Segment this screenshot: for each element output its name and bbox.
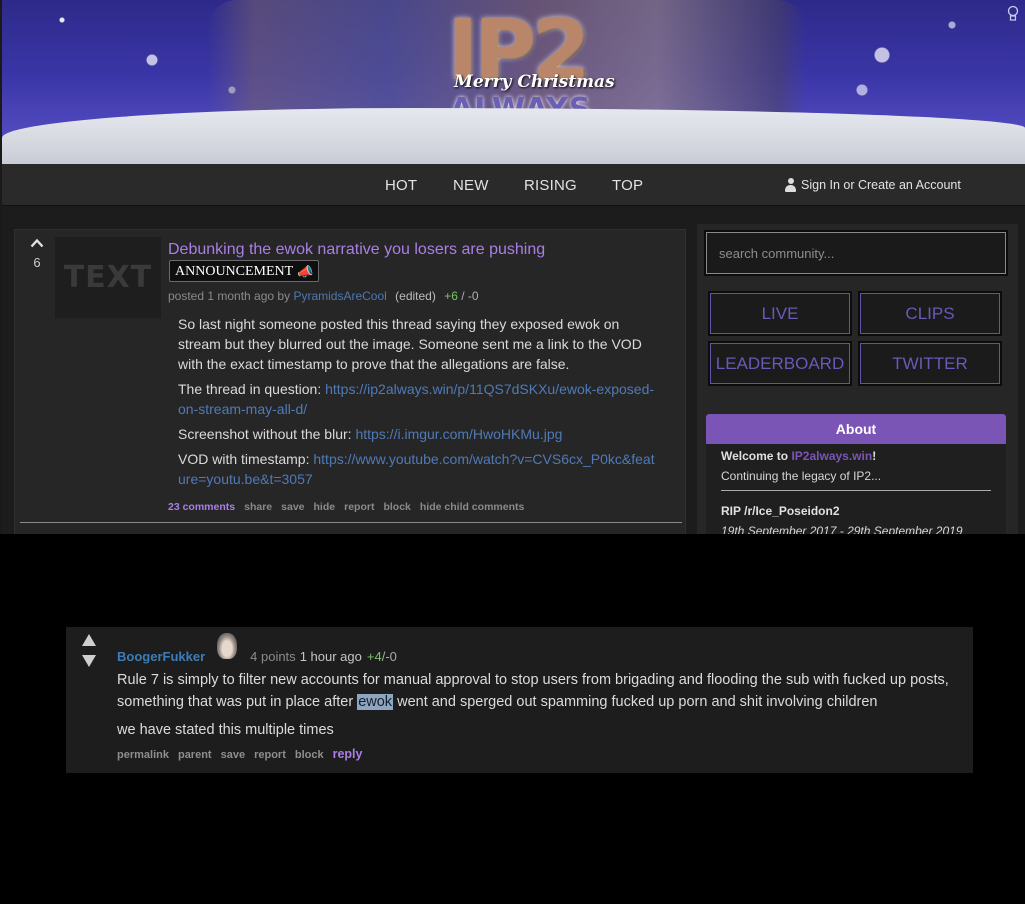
nav-hot[interactable]: HOT [385, 177, 417, 194]
post-title[interactable]: Debunking the ewok narrative you losers … [168, 241, 545, 259]
paragraph-label: Screenshot without the blur: [178, 426, 356, 442]
comment-paragraph: Rule 7 is simply to filter new accounts … [117, 669, 967, 713]
about-welcome: Welcome to IP2always.win! [721, 449, 876, 463]
about-dates: 19th September 2017 - 29th September 201… [721, 524, 963, 534]
twitter-button[interactable]: TWITTER [860, 343, 1000, 384]
comment: BoogerFukker 4 points 1 hour ago +4 / -0… [66, 627, 973, 773]
imgur-link[interactable]: https://i.imgur.com/HwoHKMu.jpg [355, 426, 562, 442]
comment-author[interactable]: BoogerFukker [117, 649, 205, 664]
comments-link[interactable]: 23 comments [168, 501, 235, 513]
report-link[interactable]: report [344, 501, 374, 513]
comment-time: 1 hour ago [299, 649, 362, 664]
post-body: So last night someone posted this thread… [178, 314, 658, 494]
post-flair: ANNOUNCEMENT 📣 [169, 260, 320, 282]
welcome-suffix: ! [872, 449, 877, 463]
lightbulb-icon[interactable] [1007, 5, 1021, 23]
upvote-icon[interactable] [82, 634, 96, 646]
parent-link[interactable]: parent [178, 749, 212, 761]
nav-new[interactable]: NEW [453, 177, 489, 194]
block-link[interactable]: block [383, 501, 410, 513]
about-rip: RIP /r/Ice_Poseidon2 [721, 504, 840, 518]
post-paragraph: So last night someone posted this thread… [178, 316, 642, 372]
comment-actions: permalink parent save report block reply [117, 747, 362, 761]
save-link[interactable]: save [281, 501, 304, 513]
post-vote: 6 [29, 238, 45, 270]
about-title: About [706, 414, 1006, 444]
post-score: 6 [33, 255, 41, 270]
flair-label: ANNOUNCEMENT [175, 264, 294, 279]
sidebar: LIVE CLIPS LEADERBOARD TWITTER About Wel… [697, 224, 1018, 534]
post-thumbnail[interactable]: TEXT [55, 237, 161, 318]
logo-greeting: Merry Christmas [454, 72, 615, 92]
report-link[interactable]: report [254, 749, 286, 761]
hide-child-comments-link[interactable]: hide child comments [420, 501, 524, 513]
nav-top[interactable]: TOP [612, 177, 643, 194]
post-card: 6 TEXT Debunking the ewok narrative you … [14, 229, 686, 534]
post-edited: (edited) [395, 289, 436, 303]
site-screenshot: IP2 ALWAYS .WIN Merry Christmas HOT NEW … [0, 0, 1025, 534]
downvote-icon[interactable] [82, 655, 96, 667]
comment-body: Rule 7 is simply to filter new accounts … [117, 669, 967, 747]
post-actions: 23 comments share save hide report block… [168, 501, 524, 513]
comment-downvotes: -0 [385, 649, 397, 664]
comment-upvotes: +4 [366, 649, 382, 664]
upvote-icon[interactable] [30, 238, 44, 248]
comment-points: 4 points [250, 649, 296, 664]
post-paragraph: VOD with timestamp: https://www.youtube.… [178, 449, 658, 489]
comment-vote [82, 634, 96, 676]
user-icon [785, 178, 796, 192]
comment-header: BoogerFukker 4 points 1 hour ago +4 / -0 [117, 632, 397, 664]
comment-paragraph: we have stated this multiple times [117, 722, 334, 738]
banner-snow [2, 108, 1025, 164]
post-meta: posted 1 month ago by PyramidsAreCool (e… [168, 289, 479, 303]
header-banner[interactable]: IP2 ALWAYS .WIN Merry Christmas [2, 0, 1025, 164]
about-tagline: Continuing the legacy of IP2... [721, 469, 882, 483]
reply-button[interactable]: reply [333, 747, 363, 761]
post-meta-prefix: posted 1 month ago by [168, 289, 291, 303]
nav-rising[interactable]: RISING [524, 177, 577, 194]
paragraph-label: VOD with timestamp: [178, 451, 314, 467]
avatar[interactable] [217, 632, 238, 659]
post-upvotes: +6 [444, 289, 458, 303]
post-paragraph: Screenshot without the blur: https://i.i… [178, 424, 658, 444]
welcome-prefix: Welcome to [721, 449, 792, 463]
highlighted-text: ewok [357, 694, 394, 710]
signin-link[interactable]: Sign In or Create an Account [785, 178, 961, 192]
clips-button[interactable]: CLIPS [860, 293, 1000, 334]
post-author[interactable]: PyramidsAreCool [293, 289, 386, 303]
about-panel: About Welcome to IP2always.win! Continui… [706, 414, 1006, 534]
megaphone-icon: 📣 [297, 264, 314, 279]
post-paragraph: The thread in question: https://ip2alway… [178, 379, 658, 419]
divider [20, 522, 682, 523]
signin-label: Sign In or Create an Account [801, 178, 961, 192]
search-input[interactable] [706, 232, 1006, 274]
block-link[interactable]: block [295, 749, 324, 761]
share-link[interactable]: share [244, 501, 272, 513]
top-navbar: HOT NEW RISING TOP Sign In or Create an … [2, 164, 1025, 206]
comment-text: went and sperged out spamming fucked up … [393, 694, 878, 710]
live-button[interactable]: LIVE [710, 293, 850, 334]
site-link[interactable]: IP2always.win [791, 449, 872, 463]
leaderboard-button[interactable]: LEADERBOARD [710, 343, 850, 384]
save-link[interactable]: save [221, 749, 245, 761]
hide-link[interactable]: hide [314, 501, 336, 513]
paragraph-label: The thread in question: [178, 381, 326, 397]
permalink-link[interactable]: permalink [117, 749, 169, 761]
thumbnail-text: TEXT [63, 260, 153, 295]
vote-separator: / [457, 289, 468, 303]
post-downvotes: -0 [467, 289, 479, 303]
divider [721, 490, 991, 491]
